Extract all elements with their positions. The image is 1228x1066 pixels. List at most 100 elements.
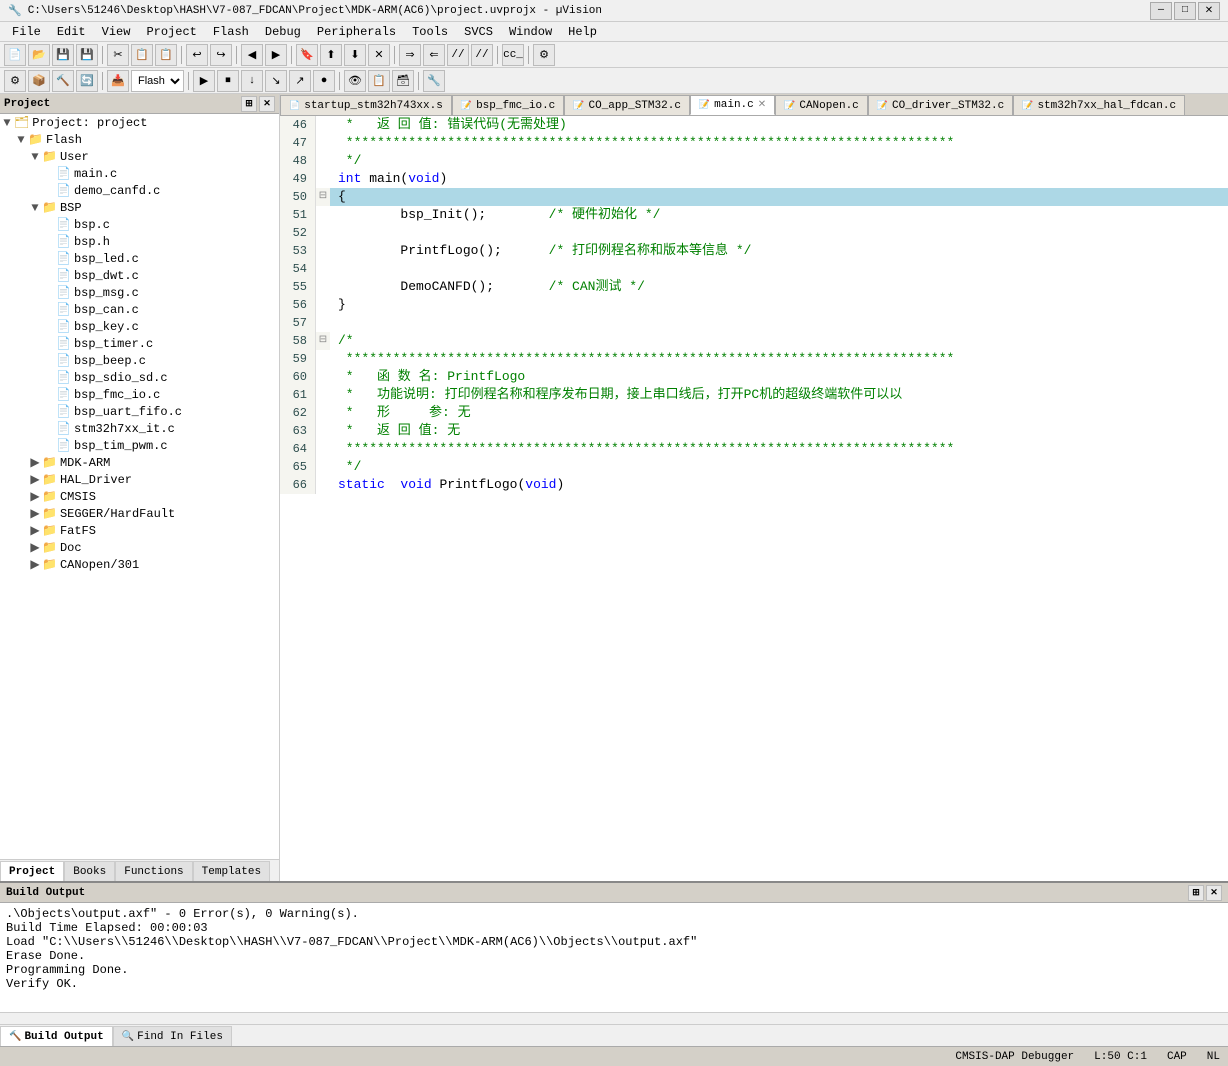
bookmark-button[interactable]: 🔖	[296, 44, 318, 66]
project-tab-templates[interactable]: Templates	[193, 861, 270, 881]
prev-bookmark-button[interactable]: ⬆	[320, 44, 342, 66]
tree-item-hal_driver[interactable]: ▶📁HAL_Driver	[0, 471, 279, 488]
menu-item-peripherals[interactable]: Peripherals	[309, 23, 404, 41]
tree-item-bsp_sdio_sd[interactable]: 📄bsp_sdio_sd.c	[0, 369, 279, 386]
tree-item-main_c[interactable]: 📄main.c	[0, 165, 279, 182]
register-button[interactable]: 📋	[368, 70, 390, 92]
tree-item-bsp_msg[interactable]: 📄bsp_msg.c	[0, 284, 279, 301]
memory-button[interactable]: 🗃	[392, 70, 414, 92]
bottom-tab-build-output[interactable]: 🔨Build Output	[0, 1026, 113, 1046]
new-file-button[interactable]: 📄	[4, 44, 26, 66]
editor-tab-COdriverSTMc[interactable]: 📝CO_driver_STM32.c	[868, 95, 1013, 115]
manage-rte-button[interactable]: 📦	[28, 70, 50, 92]
tree-item-demo_canfd[interactable]: 📄demo_canfd.c	[0, 182, 279, 199]
tree-item-root[interactable]: ▼🗂Project: project	[0, 114, 279, 131]
settings-button[interactable]: ⚙	[533, 44, 555, 66]
tree-item-bsp_c[interactable]: 📄bsp.c	[0, 216, 279, 233]
tree-item-flash[interactable]: ▼📁Flash	[0, 131, 279, 148]
indent-button[interactable]: ⇒	[399, 44, 421, 66]
tree-item-canopen[interactable]: ▶📁CANopen/301	[0, 556, 279, 573]
paste-button[interactable]: 📋	[155, 44, 177, 66]
dbg-bp-button[interactable]: ●	[313, 70, 335, 92]
menu-item-window[interactable]: Window	[501, 23, 560, 41]
tree-item-bsp_uart_fifo[interactable]: 📄bsp_uart_fifo.c	[0, 403, 279, 420]
menu-item-flash[interactable]: Flash	[205, 23, 257, 41]
bottom-tab-find-in-files[interactable]: 🔍Find In Files	[113, 1026, 232, 1046]
tree-item-bsp_dwt[interactable]: 📄bsp_dwt.c	[0, 267, 279, 284]
output-float-button[interactable]: ⊞	[1188, 885, 1204, 901]
menu-item-view[interactable]: View	[94, 23, 139, 41]
cut-button[interactable]: ✂	[107, 44, 129, 66]
tree-item-bsp[interactable]: ▼📁BSP	[0, 199, 279, 216]
menu-item-tools[interactable]: Tools	[404, 23, 456, 41]
editor-tab-CANopenc[interactable]: 📝CANopen.c	[775, 95, 868, 115]
project-tab-functions[interactable]: Functions	[115, 861, 192, 881]
panel-float-button[interactable]: ⊞	[241, 96, 257, 112]
project-tab-books[interactable]: Books	[64, 861, 115, 881]
redo-button[interactable]: ↪	[210, 44, 232, 66]
load-button[interactable]: 📥	[107, 70, 129, 92]
menu-item-svcs[interactable]: SVCS	[456, 23, 501, 41]
tree-item-bsp_timer[interactable]: 📄bsp_timer.c	[0, 335, 279, 352]
code-editor[interactable]: 46 * 返 回 值: 错误代码(无需处理)47 ***************…	[280, 116, 1228, 881]
menu-item-file[interactable]: File	[4, 23, 49, 41]
tools-button[interactable]: 🔧	[423, 70, 445, 92]
dbg-step-out-button[interactable]: ↗	[289, 70, 311, 92]
menu-item-project[interactable]: Project	[138, 23, 204, 41]
tree-item-bsp_tim_pwm[interactable]: 📄bsp_tim_pwm.c	[0, 437, 279, 454]
target-options-button[interactable]: ⚙	[4, 70, 26, 92]
menu-item-help[interactable]: Help	[560, 23, 605, 41]
clear-bookmarks-button[interactable]: ✕	[368, 44, 390, 66]
menu-item-edit[interactable]: Edit	[49, 23, 94, 41]
tree-item-bsp_fmc_io[interactable]: 📄bsp_fmc_io.c	[0, 386, 279, 403]
tree-item-mdk_arm[interactable]: ▶📁MDK-ARM	[0, 454, 279, 471]
dbg-step-button[interactable]: ↓	[241, 70, 263, 92]
tree-item-bsp_key[interactable]: 📄bsp_key.c	[0, 318, 279, 335]
copy-button[interactable]: 📋	[131, 44, 153, 66]
open-file-button[interactable]: 📂	[28, 44, 50, 66]
menu-item-debug[interactable]: Debug	[257, 23, 309, 41]
dbg-run-button[interactable]: ▶	[193, 70, 215, 92]
tree-item-fatfs[interactable]: ▶📁FatFS	[0, 522, 279, 539]
output-close-button[interactable]: ✕	[1206, 885, 1222, 901]
tree-item-bsp_h[interactable]: 📄bsp.h	[0, 233, 279, 250]
tree-item-bsp_beep[interactable]: 📄bsp_beep.c	[0, 352, 279, 369]
dbg-step-over-button[interactable]: ↘	[265, 70, 287, 92]
project-tab-project[interactable]: Project	[0, 861, 64, 881]
editor-tab-bspfmcioc[interactable]: 📝bsp_fmc_io.c	[452, 95, 564, 115]
maximize-button[interactable]: □	[1174, 2, 1196, 20]
tree-item-user[interactable]: ▼📁User	[0, 148, 279, 165]
undo-button[interactable]: ↩	[186, 44, 208, 66]
panel-close-button[interactable]: ✕	[259, 96, 275, 112]
build-all-button[interactable]: 🔨	[52, 70, 74, 92]
tree-item-cmsis[interactable]: ▶📁CMSIS	[0, 488, 279, 505]
fold-marker[interactable]: ⊟	[316, 188, 330, 206]
rebuild-button[interactable]: 🔄	[76, 70, 98, 92]
editor-tab-mainc[interactable]: 📝main.c✕	[690, 95, 775, 115]
dbg-stop-button[interactable]: ⏹	[217, 70, 239, 92]
tree-item-bsp_can[interactable]: 📄bsp_can.c	[0, 301, 279, 318]
tree-item-doc[interactable]: ▶📁Doc	[0, 539, 279, 556]
watch-button[interactable]: 👁	[344, 70, 366, 92]
tree-item-stm32h7xx_it[interactable]: 📄stm32h7xx_it.c	[0, 420, 279, 437]
target-dropdown[interactable]: Flash	[131, 70, 184, 92]
unindent-button[interactable]: ⇐	[423, 44, 445, 66]
editor-tab-COappSTMc[interactable]: 📝CO_app_STM32.c	[564, 95, 690, 115]
uncomment-button[interactable]: //	[471, 44, 493, 66]
nav-back-button[interactable]: ◀	[241, 44, 263, 66]
save-all-button[interactable]: 💾	[76, 44, 98, 66]
minimize-button[interactable]: —	[1150, 2, 1172, 20]
tree-item-bsp_led[interactable]: 📄bsp_led.c	[0, 250, 279, 267]
tree-item-segger[interactable]: ▶📁SEGGER/HardFault	[0, 505, 279, 522]
tab-close-button[interactable]: ✕	[758, 99, 766, 111]
fold-marker[interactable]: ⊟	[316, 332, 330, 350]
cc-button[interactable]: cc_	[502, 44, 524, 66]
editor-tab-stmhxxhalfdcanc[interactable]: 📝stm32h7xx_hal_fdcan.c	[1013, 95, 1185, 115]
save-button[interactable]: 💾	[52, 44, 74, 66]
comment-button[interactable]: //	[447, 44, 469, 66]
nav-forward-button[interactable]: ▶	[265, 44, 287, 66]
next-bookmark-button[interactable]: ⬇	[344, 44, 366, 66]
close-button[interactable]: ✕	[1198, 2, 1220, 20]
output-hscrollbar[interactable]	[0, 1012, 1228, 1024]
editor-tab-startupstmhxxs[interactable]: 📄startup_stm32h743xx.s	[280, 95, 452, 115]
